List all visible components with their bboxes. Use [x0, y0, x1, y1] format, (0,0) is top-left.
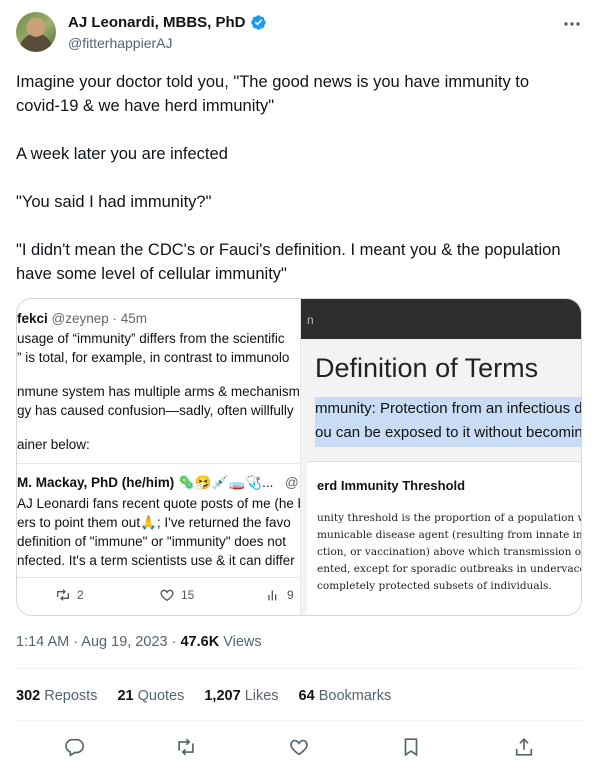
card-line: ction, or vaccination) above which trans…: [317, 546, 582, 558]
reposts-stat[interactable]: 302 Reposts: [16, 688, 97, 704]
bookmarks-stat[interactable]: 64 Bookmarks: [299, 688, 392, 704]
embedded-likes: 15: [159, 587, 194, 603]
card-line: ented, except for sporadic outbreaks in …: [317, 563, 581, 575]
avatar[interactable]: [16, 12, 56, 52]
media-image-right[interactable]: n Definition of Terms mmunity: Protectio…: [301, 299, 582, 615]
embedded-tweet-line: gy has caused confusion—sadly, often wil…: [17, 403, 294, 418]
embedded-views: 9: [265, 587, 294, 603]
embedded-actions: 2 15 9: [17, 587, 300, 607]
likes-stat[interactable]: 1,207 Likes: [204, 688, 278, 704]
card-title: erd Immunity Threshold: [317, 478, 466, 493]
tweet-paragraph: Imagine your doctor told you, "The good …: [16, 73, 530, 115]
author-handle[interactable]: @fitterhappierAJ: [68, 35, 172, 51]
document-title: Definition of Terms: [315, 353, 539, 383]
action-bar: [16, 734, 582, 760]
highlighted-definition: ou can be exposed to it without becoming: [315, 421, 581, 447]
repost-icon[interactable]: [173, 734, 199, 760]
embedded-retweet: 2: [55, 587, 84, 603]
verified-icon: [250, 15, 266, 30]
author-name[interactable]: AJ Leonardi, MBBS, PhD: [68, 14, 246, 31]
like-icon[interactable]: [286, 734, 312, 760]
card-line: completely protected subsets of individu…: [317, 580, 552, 592]
more-icon[interactable]: [562, 14, 582, 34]
media-image-left[interactable]: fekci @zeynep · 45m usage of “immunity” …: [17, 299, 301, 615]
reply-icon[interactable]: [61, 734, 87, 760]
highlighted-definition: mmunity: Protection from an infectious d…: [315, 397, 581, 423]
embedded-tweet-line: ainer below:: [17, 437, 90, 452]
divider: [16, 668, 582, 669]
repost-icon: [57, 589, 69, 601]
engagement-stats: 302 Reposts 21 Quotes 1,207 Likes 64 Boo…: [16, 688, 391, 704]
embedded-reply-line: definition of "immune" or "immunity" doe…: [17, 534, 287, 549]
embedded-reply-line: nfected. It's a term scientists use & it…: [17, 553, 295, 568]
card-line: municable disease agent (resulting from …: [317, 529, 582, 541]
tweet-paragraph: "I didn't mean the CDC's or Fauci's defi…: [16, 241, 561, 283]
embedded-reply-line: AJ Leonardi fans recent quote posts of m…: [17, 496, 301, 511]
embedded-tweet-line: ” is total, for example, in contrast to …: [17, 350, 290, 365]
author-name-row[interactable]: AJ Leonardi, MBBS, PhD: [68, 14, 267, 31]
embedded-tweet-line: nmune system has multiple arms & mechani…: [17, 384, 300, 399]
views-icon: [268, 590, 277, 601]
tweet-paragraph: "You said I had immunity?": [16, 193, 212, 211]
document-topbar: n: [301, 299, 581, 339]
tweet-paragraph: A week later you are infected: [16, 145, 228, 163]
tweet-timestamp[interactable]: 1:14 AM · Aug 19, 2023 · 47.6K Views: [16, 634, 262, 650]
quotes-stat[interactable]: 21 Quotes: [117, 688, 184, 704]
bookmark-icon[interactable]: [398, 734, 424, 760]
divider: [16, 720, 582, 721]
embedded-reply-author: M. Mackay, PhD (he/him) 🦠🤧💉🧫🩺...: [17, 475, 274, 490]
tweet-header: AJ Leonardi, MBBS, PhD @fitterhappierAJ: [16, 12, 582, 56]
card-line: unity threshold is the proportion of a p…: [317, 512, 581, 524]
divider: [17, 463, 300, 464]
embedded-reply-at: @: [285, 475, 299, 490]
embedded-reply-line: ers to point them out🙏; I've returned th…: [17, 515, 291, 530]
share-icon[interactable]: [511, 734, 537, 760]
tweet-media[interactable]: fekci @zeynep · 45m usage of “immunity” …: [16, 298, 582, 616]
divider: [17, 577, 300, 578]
embedded-tweet-author: fekci @zeynep · 45m: [17, 311, 148, 326]
like-icon: [160, 589, 174, 602]
embedded-tweet-line: usage of “immunity” differs from the sci…: [17, 331, 285, 346]
definition-card: erd Immunity Threshold unity threshold i…: [307, 461, 582, 615]
